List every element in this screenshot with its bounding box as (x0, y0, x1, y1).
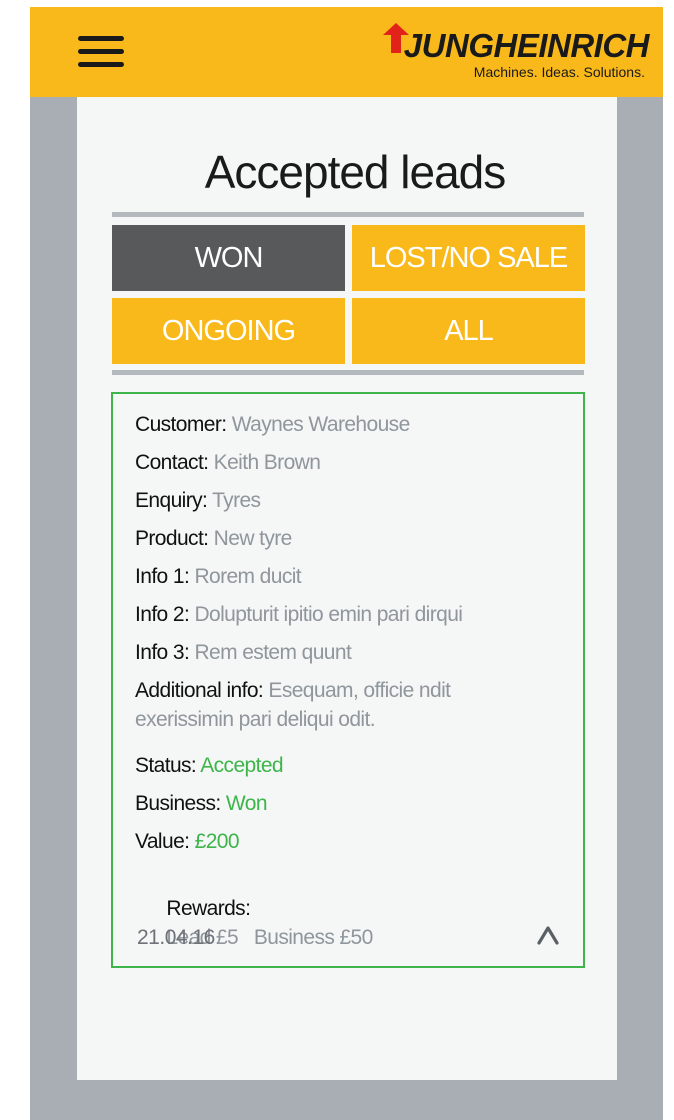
lead-value-label: Value: (135, 830, 190, 853)
lead-product-value: New tyre (213, 527, 293, 550)
lead-card: Customer: Waynes Warehouse Contact: Keit… (111, 392, 585, 968)
lead-info1-row: Info 1: Rorem ducit (135, 562, 565, 591)
lead-info1-value: Rorem ducit (194, 565, 302, 588)
lead-info3-label: Info 3: (135, 641, 190, 664)
lead-info2-row: Info 2: Dolupturit ipitio emin pari dirq… (135, 600, 565, 629)
lead-status-value: Accepted (200, 754, 284, 777)
brand-tagline: Machines. Ideas. Solutions. (473, 64, 645, 80)
page-title: Accepted leads (204, 146, 507, 198)
lead-customer-row: Customer: Waynes Warehouse (135, 410, 565, 439)
lead-info3-row: Info 3: Rem estem quunt (135, 638, 565, 667)
lead-business-row: Business: Won (135, 789, 565, 818)
hamburger-menu-icon[interactable] (78, 34, 126, 72)
lead-product-label: Product: (135, 527, 209, 550)
divider-bottom (112, 370, 584, 375)
main-panel: Accepted leads WON LOST/NO SALE ONGOING … (77, 97, 617, 1080)
lead-status-label: Status: (135, 754, 197, 777)
chevron-up-icon[interactable] (535, 922, 561, 948)
lead-enquiry-row: Enquiry: Tyres (135, 486, 565, 515)
tab-lost-no-sale[interactable]: LOST/NO SALE (352, 225, 585, 291)
lead-info3-value: Rem estem quunt (194, 641, 352, 664)
lead-info2-label: Info 2: (135, 603, 190, 626)
lead-business-value: Won (225, 792, 268, 815)
brand-logo[interactable]: JUNGHEINRICH Machines. Ideas. Solutions. (379, 23, 650, 87)
app-header: JUNGHEINRICH Machines. Ideas. Solutions. (30, 7, 663, 97)
tab-ongoing[interactable]: ONGOING (112, 298, 345, 364)
lead-business-label: Business: (135, 792, 221, 815)
tab-won[interactable]: WON (112, 225, 345, 291)
tab-all[interactable]: ALL (352, 298, 585, 364)
lead-date: 21.04.16 (137, 926, 215, 949)
lead-contact-row: Contact: Keith Brown (135, 448, 565, 477)
lead-additional-label: Additional info: (135, 679, 264, 702)
lead-rewards-label: Rewards: (166, 897, 251, 920)
lead-contact-value: Keith Brown (213, 451, 321, 474)
lead-product-row: Product: New tyre (135, 524, 565, 553)
divider-top (112, 212, 584, 217)
lead-rewards-row: Rewards: Lead £5 Business £50 (135, 865, 565, 981)
lead-additional-row: Additional info: Esequam, officie ndit e… (135, 676, 515, 734)
lead-customer-value: Waynes Warehouse (231, 413, 411, 436)
lead-info1-label: Info 1: (135, 565, 190, 588)
lead-status-row: Status: Accepted (135, 751, 565, 780)
lead-value-amount: £200 (194, 830, 240, 853)
lead-customer-label: Customer: (135, 413, 227, 436)
lead-contact-label: Contact: (135, 451, 209, 474)
lead-info2-value: Dolupturit ipitio emin pari dirqui (194, 603, 463, 626)
lead-enquiry-value: Tyres (212, 489, 261, 512)
brand-name: JUNGHEINRICH (403, 27, 650, 64)
lead-enquiry-label: Enquiry: (135, 489, 208, 512)
lead-value-row: Value: £200 (135, 827, 565, 856)
